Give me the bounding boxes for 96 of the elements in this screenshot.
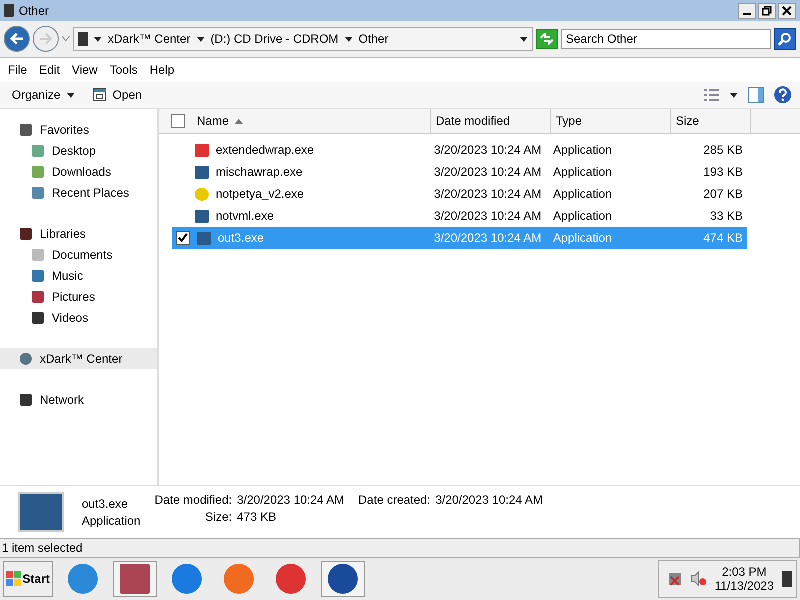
- search-icon: [778, 32, 792, 46]
- file-name: out3.exe: [218, 231, 264, 245]
- status-text: 1 item selected: [2, 541, 83, 555]
- file-name: notvml.exe: [216, 209, 274, 223]
- close-icon: [782, 6, 792, 16]
- start-button[interactable]: Start: [3, 561, 53, 597]
- forward-button[interactable]: [33, 26, 59, 52]
- breadcrumb[interactable]: xDark™ Center: [108, 32, 191, 46]
- clock[interactable]: 2:03 PM 11/13/2023: [714, 565, 774, 593]
- windows-logo: [6, 571, 22, 587]
- date-modified: 3/20/2023 10:24 AM: [434, 187, 542, 201]
- file-type: Application: [553, 165, 612, 179]
- column-header[interactable]: Name: [159, 109, 431, 133]
- row-checkbox[interactable]: [176, 231, 190, 245]
- menu-item[interactable]: File: [2, 63, 34, 77]
- sidebar-item[interactable]: Favorites: [0, 119, 157, 140]
- clock-time: 2:03 PM: [722, 565, 767, 579]
- file-type: Application: [553, 209, 612, 223]
- sidebar-item[interactable]: Videos: [0, 307, 157, 328]
- network-error-icon[interactable]: [666, 571, 683, 587]
- caret-icon[interactable]: [730, 92, 738, 98]
- date-modified: 3/20/2023 10:24 AM: [434, 209, 542, 223]
- breadcrumb[interactable]: Other: [358, 32, 389, 46]
- caret-icon: [66, 92, 75, 98]
- restore-button[interactable]: [758, 2, 776, 18]
- sidebar-item[interactable]: Desktop: [0, 140, 157, 161]
- select-all-checkbox[interactable]: [171, 114, 185, 128]
- taskbar-app-button[interactable]: [321, 561, 365, 597]
- minimize-icon: [743, 12, 751, 14]
- details-file-name: out3.exe: [82, 496, 130, 510]
- search-field[interactable]: Search Other: [561, 29, 771, 49]
- taskbar-app-button[interactable]: [113, 561, 157, 597]
- refresh-icon: [540, 33, 554, 45]
- file-row[interactable]: mischawrap.exe 3/20/2023 10:24 AM Application 193 KB: [172, 161, 747, 183]
- breadcrumb[interactable]: (D:) CD Drive - CDROM: [210, 32, 339, 46]
- preview-pane-icon[interactable]: [748, 87, 764, 103]
- details-label: Date modified:: [154, 493, 232, 507]
- address-bar[interactable]: xDark™ Center (D:) CD Drive - CDROM Other: [73, 27, 533, 51]
- sidebar-item[interactable]: xDark™ Center: [0, 348, 157, 369]
- menu-item[interactable]: Help: [144, 63, 181, 77]
- caret-icon[interactable]: [196, 36, 205, 42]
- details-file-type: Application: [82, 514, 141, 528]
- menu-item[interactable]: Edit: [33, 63, 66, 77]
- sidebar-item[interactable]: Libraries: [0, 223, 157, 244]
- search-button[interactable]: [774, 28, 796, 50]
- date-modified: 3/20/2023 10:24 AM: [434, 231, 542, 245]
- caret-icon[interactable]: [520, 36, 528, 42]
- file-name: mischawrap.exe: [216, 165, 303, 179]
- open-button[interactable]: Open: [88, 86, 146, 104]
- restore-icon: [762, 6, 772, 16]
- date-modified: 3/20/2023 10:24 AM: [434, 165, 542, 179]
- file-row[interactable]: extendedwrap.exe 3/20/2023 10:24 AM Application 285 KB: [172, 139, 747, 161]
- file-size: 474 KB: [704, 231, 743, 245]
- sidebar-item[interactable]: Pictures: [0, 286, 157, 307]
- date-modified: 3/20/2023 10:24 AM: [434, 143, 542, 157]
- sidebar-item[interactable]: Recent Places: [0, 182, 157, 203]
- sidebar-item[interactable]: Downloads: [0, 161, 157, 182]
- file-size: 285 KB: [704, 143, 743, 157]
- file-size: 33 KB: [710, 209, 743, 223]
- history-dropdown-icon[interactable]: [62, 36, 70, 42]
- menu-item[interactable]: View: [66, 63, 104, 77]
- view-options-icon[interactable]: [704, 88, 720, 102]
- file-row[interactable]: notpetya_v2.exe 3/20/2023 10:24 AM Application 207 KB: [172, 183, 747, 205]
- clock-date: 11/13/2023: [714, 579, 774, 593]
- column-header[interactable]: Type: [551, 109, 671, 133]
- caret-icon[interactable]: [344, 36, 353, 42]
- file-name: extendedwrap.exe: [216, 143, 314, 157]
- back-button[interactable]: [4, 26, 30, 52]
- file-type: Application: [553, 143, 612, 157]
- forward-arrow-icon: [39, 33, 53, 45]
- file-size: 193 KB: [704, 165, 743, 179]
- details-value: 473 KB: [237, 510, 278, 524]
- back-arrow-icon: [10, 33, 24, 45]
- refresh-button[interactable]: [536, 29, 558, 49]
- details-value: 3/20/2023 10:24 AM: [436, 493, 543, 507]
- column-header[interactable]: Size: [671, 109, 751, 133]
- file-size: 207 KB: [704, 187, 743, 201]
- details-value: 3/20/2023 10:24 AM: [237, 493, 345, 507]
- sidebar-item[interactable]: Documents: [0, 244, 157, 265]
- sidebar-item[interactable]: Network: [0, 389, 157, 410]
- sort-arrow-icon: [235, 118, 244, 124]
- window-title: Other: [19, 4, 50, 18]
- file-name: notpetya_v2.exe: [216, 187, 304, 201]
- details-label: Date created:: [358, 493, 431, 507]
- file-type: Application: [553, 187, 612, 201]
- close-button[interactable]: [778, 2, 796, 18]
- column-header[interactable]: Date modified: [431, 109, 551, 133]
- caret-icon[interactable]: [94, 36, 102, 42]
- organize-button[interactable]: Organize: [8, 86, 79, 104]
- details-label: Size:: [204, 510, 232, 524]
- minimize-button[interactable]: [738, 2, 756, 18]
- muted-speaker-icon[interactable]: [690, 571, 707, 587]
- file-type: Application: [553, 231, 612, 245]
- sidebar-item[interactable]: Music: [0, 265, 157, 286]
- menu-item[interactable]: Tools: [104, 63, 144, 77]
- file-row[interactable]: notvml.exe 3/20/2023 10:24 AM Application 33 KB: [172, 205, 747, 227]
